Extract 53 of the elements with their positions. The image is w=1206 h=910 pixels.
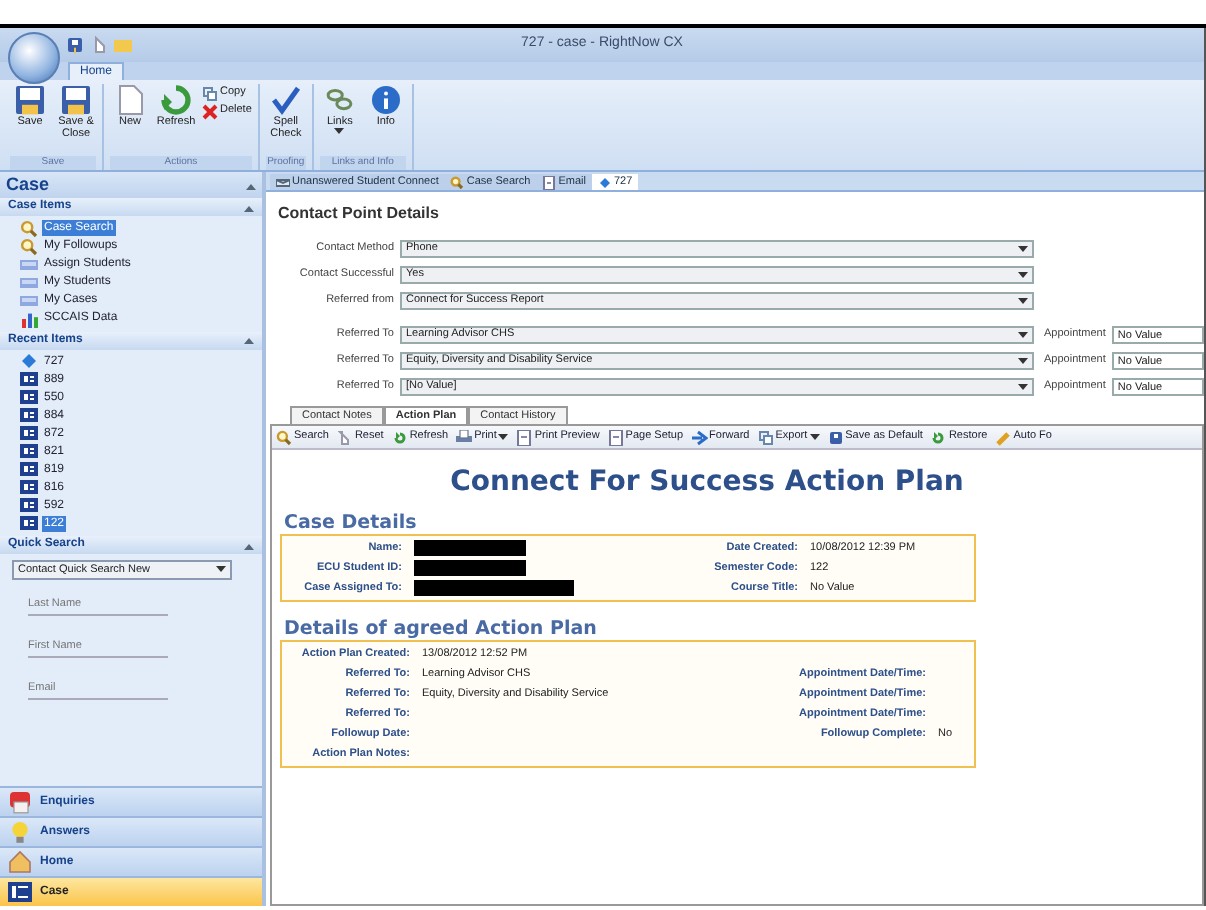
id-card-icon: [8, 880, 32, 904]
document-icon: [607, 429, 624, 445]
id-card-icon: [20, 442, 38, 461]
id-card-icon: [20, 460, 38, 479]
refresh-icon: [391, 429, 408, 445]
section-heading: Details of agreed Action Plan: [284, 618, 599, 640]
id-card-icon: [20, 496, 38, 515]
refresh-icon: [160, 84, 192, 116]
delete-icon: [202, 103, 218, 119]
page-icon: [114, 84, 146, 116]
collapse-icon: [244, 336, 254, 344]
caret-icon: [1018, 271, 1028, 279]
page-icon: [90, 36, 108, 54]
id-card-icon: [20, 424, 38, 443]
page-icon: [336, 429, 353, 445]
magnifier-icon: [276, 429, 292, 445]
id-card-icon: [20, 388, 38, 407]
collapse-icon: [244, 203, 254, 211]
caret-icon: [1018, 357, 1028, 365]
envelope-icon: [276, 175, 290, 189]
printer-icon: [456, 429, 473, 445]
app-menu-button[interactable]: [8, 31, 60, 83]
copy-icon: [202, 85, 218, 101]
arrow-icon: [691, 429, 708, 445]
pane-title: Case: [6, 171, 50, 198]
bar-chart-icon: [20, 309, 38, 328]
document-icon: [542, 175, 557, 189]
report-title: Connect For Success Action Plan: [448, 464, 966, 502]
id-card-icon: [20, 406, 38, 425]
section-title: Contact Point Details: [278, 202, 441, 226]
caret-icon: [1018, 245, 1028, 253]
caret-icon: [1018, 297, 1028, 305]
magnifier-icon: [20, 219, 38, 238]
copy-icon: [757, 429, 774, 445]
document-icon: [516, 429, 533, 445]
chain-links-icon: [323, 84, 356, 116]
caret-icon: [1018, 331, 1028, 339]
caret-icon: [1018, 383, 1028, 391]
magnifier-icon: [20, 237, 38, 256]
checkmark-icon: [269, 84, 302, 116]
pencil-icon: [995, 429, 1012, 445]
section-heading: Case Details: [284, 512, 419, 534]
collapse-icon: [246, 181, 256, 189]
id-card-icon: [20, 370, 38, 389]
light-bulb-icon: [8, 820, 32, 844]
magnifier-icon: [450, 175, 465, 189]
collapse-icon: [244, 541, 254, 549]
id-card-icon: [20, 514, 38, 533]
refresh-icon: [930, 429, 947, 445]
id-card-icon: [20, 478, 38, 497]
info-icon: [369, 84, 402, 116]
caret-icon: [216, 566, 226, 574]
diamond-icon: [20, 352, 38, 371]
